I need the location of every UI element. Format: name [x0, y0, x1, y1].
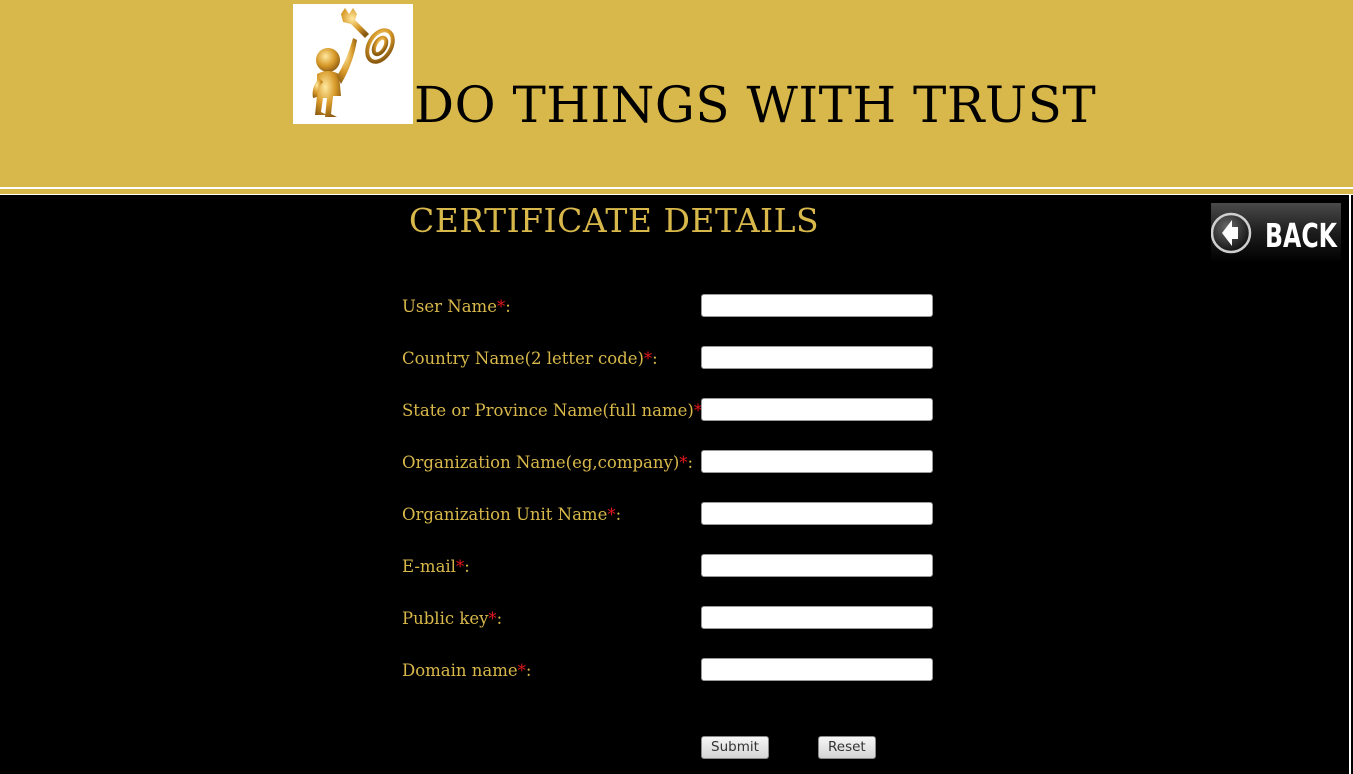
required-marker: *: [455, 557, 465, 576]
certificate-form-panel: CERTIFICATE DETAILS BACK User Name*: Cou…: [0, 195, 1351, 774]
field-label: State or Province Name(full name)*:: [402, 401, 708, 420]
public-key-input[interactable]: [701, 606, 933, 629]
back-button-label: BACK: [1265, 216, 1338, 255]
field-label: Organization Name(eg,company)*:: [402, 453, 694, 472]
organization-name-input[interactable]: [701, 450, 933, 473]
required-marker: *: [496, 297, 506, 316]
back-button[interactable]: BACK: [1211, 203, 1341, 263]
field-label: Country Name(2 letter code)*:: [402, 349, 658, 368]
form-row-domain-name: Domain name*:: [402, 658, 942, 686]
required-marker: *: [607, 505, 616, 524]
golden-figure-holding-key-icon: [312, 8, 395, 117]
form-row-state-name: State or Province Name(full name)*:: [402, 398, 942, 426]
state-name-input[interactable]: [701, 398, 933, 421]
form-row-email: E-mail*:: [402, 554, 942, 582]
form-row-country-name: Country Name(2 letter code)*:: [402, 346, 942, 374]
logo: [293, 4, 413, 124]
field-label: User Name*:: [402, 297, 511, 316]
site-slogan: DO THINGS WITH TRUST: [414, 76, 1097, 134]
user-name-input[interactable]: [701, 294, 933, 317]
field-label: E-mail*:: [402, 557, 470, 576]
domain-name-input[interactable]: [701, 658, 933, 681]
form-row-organization-name: Organization Name(eg,company)*:: [402, 450, 942, 478]
field-label: Domain name*:: [402, 661, 532, 680]
required-marker: *: [517, 661, 526, 680]
email-input[interactable]: [701, 554, 933, 577]
field-label: Public key*:: [402, 609, 503, 628]
form-row-user-name: User Name*:: [402, 294, 942, 322]
submit-button[interactable]: Submit: [701, 736, 769, 759]
required-marker: *: [679, 453, 688, 472]
organization-unit-input[interactable]: [701, 502, 933, 525]
form-row-organization-unit: Organization Unit Name*:: [402, 502, 942, 530]
reset-button[interactable]: Reset: [818, 736, 876, 759]
required-marker: *: [643, 349, 653, 368]
field-label: Organization Unit Name*:: [402, 505, 622, 524]
site-header: DO THINGS WITH TRUST: [0, 0, 1353, 187]
arrow-left-icon: [1211, 212, 1252, 254]
country-name-input[interactable]: [701, 346, 933, 369]
page-title: CERTIFICATE DETAILS: [409, 201, 820, 240]
required-marker: *: [488, 609, 497, 628]
form-row-public-key: Public key*:: [402, 606, 942, 634]
header-divider: [0, 187, 1353, 195]
